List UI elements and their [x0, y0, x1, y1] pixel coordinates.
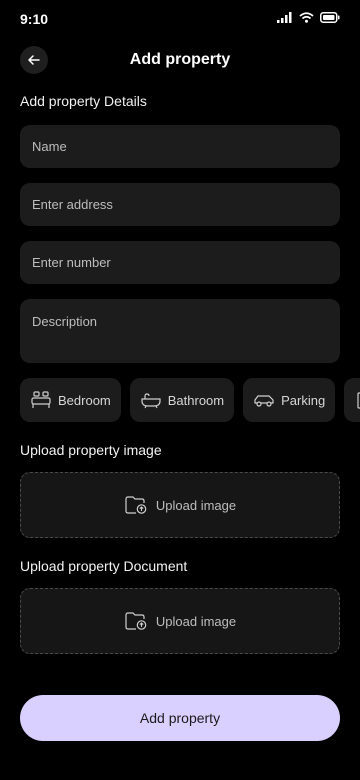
number-field[interactable]: Enter number: [20, 241, 340, 284]
wifi-icon: [299, 12, 314, 23]
car-icon: [253, 390, 275, 410]
upload-image-label: Upload image: [155, 497, 237, 513]
amenity-chips: Bedroom Bathroom Parking: [20, 378, 360, 422]
page-title: Add property: [129, 51, 231, 68]
upload-document-box[interactable]: Upload image: [20, 588, 340, 654]
description-placeholder: Description: [32, 314, 98, 329]
chip-bathroom[interactable]: Bathroom: [129, 378, 235, 422]
add-property-button[interactable]: Add property: [20, 695, 340, 741]
bathtub-icon: [140, 390, 162, 410]
name-field[interactable]: Name: [20, 125, 340, 168]
name-placeholder: Name: [32, 139, 67, 154]
chip-more[interactable]: [344, 378, 360, 422]
header: Add property: [0, 44, 360, 76]
upload-image-title: Upload property image: [20, 442, 162, 458]
chip-label: Bedroom: [58, 392, 111, 408]
building-icon: [354, 390, 360, 410]
status-icons: [277, 12, 340, 23]
folder-upload-icon: [125, 612, 147, 630]
details-section-title: Add property Details: [20, 93, 147, 109]
folder-upload-icon: [125, 496, 147, 514]
description-field[interactable]: Description: [20, 299, 340, 363]
chip-bedroom[interactable]: Bedroom: [20, 378, 121, 422]
number-placeholder: Enter number: [32, 255, 111, 270]
bed-icon: [30, 390, 52, 410]
address-placeholder: Enter address: [32, 197, 113, 212]
chip-label: Bathroom: [167, 392, 225, 408]
chip-label: Parking: [281, 392, 326, 408]
status-bar: 9:10: [0, 0, 360, 36]
chip-parking[interactable]: Parking: [243, 378, 336, 422]
battery-icon: [320, 12, 340, 23]
upload-document-label: Upload image: [155, 613, 237, 629]
status-time: 9:10: [20, 11, 49, 27]
address-field[interactable]: Enter address: [20, 183, 340, 226]
upload-document-title: Upload property Document: [20, 558, 188, 574]
upload-image-box[interactable]: Upload image: [20, 472, 340, 538]
signal-icon: [277, 12, 292, 23]
